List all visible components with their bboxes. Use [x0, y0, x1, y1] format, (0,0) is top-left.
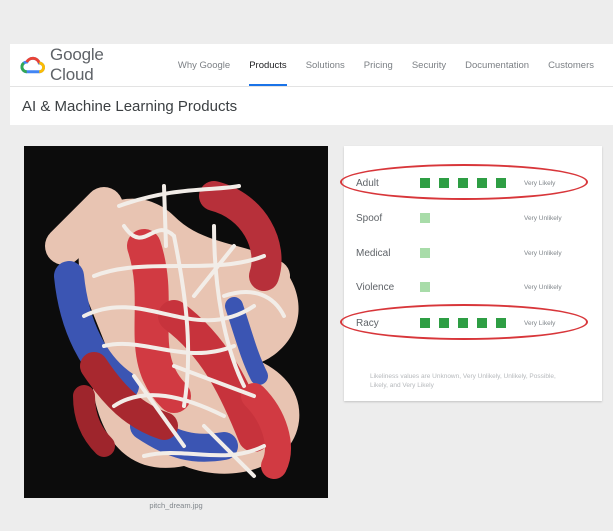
likelihood-bars	[420, 248, 439, 258]
google-cloud-logo[interactable]: Google Cloud	[20, 45, 148, 84]
google-cloud-icon	[20, 56, 46, 74]
annotation-ellipse-adult	[340, 164, 588, 200]
brand-name: Google Cloud	[50, 45, 104, 84]
likelihood-bar	[420, 213, 430, 223]
likelihood-bar	[420, 282, 430, 292]
top-navigation-bar: Google Cloud Why Google Products Solutio…	[10, 44, 613, 87]
abstract-painting	[45, 181, 300, 479]
nav-documentation[interactable]: Documentation	[465, 44, 529, 86]
image-caption: pitch_dream.jpg	[149, 501, 203, 510]
result-row-spoof: Spoof Very Unlikely	[344, 208, 602, 228]
result-label-medical: Medical	[356, 247, 391, 259]
nav-customers[interactable]: Customers	[548, 44, 594, 86]
page-heading-bar: AI & Machine Learning Products	[10, 87, 613, 125]
result-row-medical: Medical Very Unlikely	[344, 243, 602, 263]
result-row-violence: Violence Very Unlikely	[344, 277, 602, 297]
likelihood-bars	[420, 213, 439, 223]
result-value-medical: Very Unlikely	[524, 249, 562, 257]
page-title: AI & Machine Learning Products	[22, 97, 238, 115]
nav-why-google[interactable]: Why Google	[178, 44, 230, 86]
result-label-violence: Violence	[356, 281, 395, 293]
nav-pricing[interactable]: Pricing	[364, 44, 393, 86]
nav-products[interactable]: Products	[249, 44, 287, 86]
likeliness-note: Likeliness values are Unknown, Very Unli…	[370, 373, 556, 389]
annotation-ellipse-racy	[340, 304, 588, 340]
likelihood-bar	[420, 248, 430, 258]
nav-security[interactable]: Security	[412, 44, 446, 86]
result-value-violence: Very Unlikely	[524, 283, 562, 291]
result-label-spoof: Spoof	[356, 212, 383, 224]
analyzed-image	[24, 146, 328, 498]
likelihood-bars	[420, 282, 439, 292]
main-nav: Why Google Products Solutions Pricing Se…	[178, 44, 613, 86]
result-value-spoof: Very Unlikely	[524, 214, 562, 222]
nav-solutions[interactable]: Solutions	[306, 44, 345, 86]
